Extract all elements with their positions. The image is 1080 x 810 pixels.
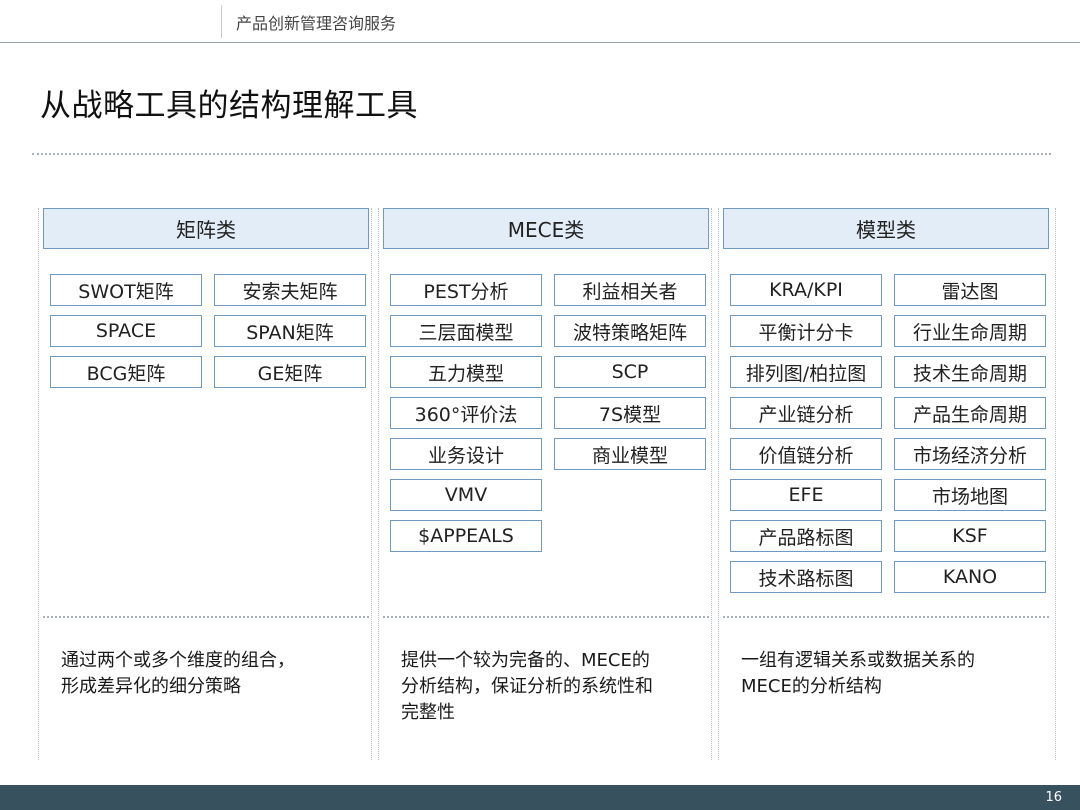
- tool-box: 排列图/柏拉图: [730, 356, 882, 388]
- column-heading: 矩阵类: [43, 208, 369, 249]
- tool-box: GE矩阵: [214, 356, 366, 388]
- column-description: 通过两个或多个维度的组合， 形成差异化的细分策略: [61, 648, 361, 700]
- column-border-line: [371, 208, 372, 760]
- column-border-line: [711, 208, 712, 760]
- header-divider-tick: [221, 5, 222, 38]
- header-rule: [0, 42, 1080, 43]
- tool-box: 市场经济分析: [894, 438, 1046, 470]
- header-text: 产品创新管理咨询服务: [236, 14, 397, 33]
- column-separator: [723, 616, 1049, 618]
- tool-box: EFE: [730, 479, 882, 511]
- description-line: 提供一个较为完备的、MECE的: [401, 650, 650, 671]
- tool-box: 行业生命周期: [894, 315, 1046, 347]
- description-line: MECE的分析结构: [741, 676, 882, 697]
- column-description: 提供一个较为完备的、MECE的 分析结构，保证分析的系统性和 完整性: [401, 648, 701, 726]
- description-line: 形成差异化的细分策略: [61, 676, 241, 697]
- tool-box: SWOT矩阵: [50, 274, 202, 306]
- tool-box: 技术路标图: [730, 561, 882, 593]
- tool-box: SPAN矩阵: [214, 315, 366, 347]
- tool-box: SPACE: [50, 315, 202, 347]
- tool-box: 商业模型: [554, 438, 706, 470]
- column-border-line: [378, 208, 379, 760]
- tool-box: 利益相关者: [554, 274, 706, 306]
- tool-box: 波特策略矩阵: [554, 315, 706, 347]
- slide-title: 从战略工具的结构理解工具: [40, 88, 418, 124]
- column-separator: [383, 616, 709, 618]
- column-border-line: [1055, 208, 1056, 760]
- description-line: 分析结构，保证分析的系统性和: [401, 676, 653, 697]
- tool-box: KRA/KPI: [730, 274, 882, 306]
- tool-box: VMV: [390, 479, 542, 511]
- column-border-line: [38, 208, 39, 760]
- tool-box: PEST分析: [390, 274, 542, 306]
- column-border-line: [718, 208, 719, 760]
- title-divider: [32, 153, 1051, 155]
- column-heading: 模型类: [723, 208, 1049, 249]
- tool-box: 安索夫矩阵: [214, 274, 366, 306]
- tool-box: KANO: [894, 561, 1046, 593]
- footer-bar: [0, 785, 1080, 810]
- tool-box: 产业链分析: [730, 397, 882, 429]
- tool-box: BCG矩阵: [50, 356, 202, 388]
- tool-box: 雷达图: [894, 274, 1046, 306]
- tool-box: 产品路标图: [730, 520, 882, 552]
- tool-box: $APPEALS: [390, 520, 542, 552]
- tool-box: SCP: [554, 356, 706, 388]
- tool-box: 市场地图: [894, 479, 1046, 511]
- description-line: 一组有逻辑关系或数据关系的: [741, 650, 975, 671]
- tool-box: 业务设计: [390, 438, 542, 470]
- description-line: 通过两个或多个维度的组合，: [61, 650, 295, 671]
- tool-box: 产品生命周期: [894, 397, 1046, 429]
- tool-box: 技术生命周期: [894, 356, 1046, 388]
- tool-box: 价值链分析: [730, 438, 882, 470]
- tool-box: 平衡计分卡: [730, 315, 882, 347]
- column-heading: MECE类: [383, 208, 709, 249]
- tool-box: 五力模型: [390, 356, 542, 388]
- column-description: 一组有逻辑关系或数据关系的 MECE的分析结构: [741, 648, 1041, 700]
- tool-box: 7S模型: [554, 397, 706, 429]
- page-number: 16: [1045, 790, 1062, 805]
- tool-box: 三层面模型: [390, 315, 542, 347]
- tool-box: KSF: [894, 520, 1046, 552]
- column-separator: [43, 616, 369, 618]
- tool-box: 360°评价法: [390, 397, 542, 429]
- description-line: 完整性: [401, 702, 455, 723]
